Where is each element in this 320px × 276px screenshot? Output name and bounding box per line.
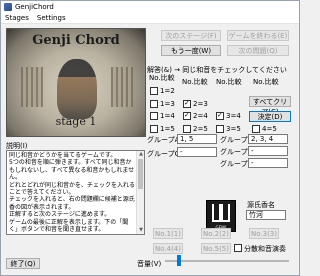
checkbox-label-2-5: 2=5: [193, 125, 208, 133]
col-header-1: No.比較: [149, 74, 175, 82]
play-no1-button[interactable]: No.1(1): [153, 228, 183, 239]
next-question-button[interactable]: 次の問題(Q): [227, 45, 289, 56]
cover-title: Genji Chord: [32, 33, 120, 48]
cover-panel-left: [21, 67, 43, 107]
checkbox-4-5[interactable]: [252, 125, 260, 133]
checkbox-3-4[interactable]: [216, 111, 224, 120]
volume-slider-thumb[interactable]: [177, 255, 182, 266]
end-game-button[interactable]: ゲームを終わる(E): [227, 30, 289, 41]
checkbox-label-2-4: 2=4: [193, 112, 208, 120]
group-e-field: -: [248, 158, 288, 168]
description-scrollbar[interactable]: ▲ ▼: [136, 151, 144, 234]
checkbox-label-1-5: 1=5: [160, 125, 175, 133]
group-b-field: 2, 3, 4: [248, 134, 288, 144]
end-button[interactable]: 終了(Q): [6, 258, 40, 269]
clear-all-button[interactable]: すべてクリア(C): [249, 96, 291, 116]
scroll-thumb[interactable]: [138, 159, 143, 189]
cover-figure: [57, 59, 97, 119]
play-no4-button[interactable]: No.4(4): [153, 243, 183, 254]
cover-stage-label: stage 1: [55, 115, 97, 128]
checkbox-label-1-3: 1=3: [160, 100, 175, 108]
volume-slider-track[interactable]: [165, 260, 289, 262]
group-c-label: グループC: [147, 150, 180, 158]
play-no3-button[interactable]: No.3(3): [249, 228, 279, 239]
checkbox-label-3-5: 3=5: [226, 125, 241, 133]
checkbox-label-1-2: 1=2: [160, 87, 175, 95]
next-stage-button[interactable]: 次のステージ(F): [161, 30, 221, 41]
cover-art: Genji Chord stage 1: [6, 28, 146, 137]
app-window: GenjiChord Stages Settings Genji Chord s…: [0, 0, 300, 276]
checkbox-label-1-4: 1=4: [160, 112, 175, 120]
checkbox-label-2-3: 2=3: [193, 100, 208, 108]
arpeggio-checkbox[interactable]: [234, 244, 242, 252]
checkbox-1-5[interactable]: [150, 125, 158, 133]
group-a-field: 1, 5: [177, 134, 217, 144]
cover-panel-right: [111, 67, 133, 107]
checkbox-1-2[interactable]: [150, 87, 158, 95]
group-a-label: グループA: [147, 136, 180, 144]
menu-settings[interactable]: Settings: [33, 14, 70, 22]
scroll-up-icon[interactable]: ▲: [137, 151, 144, 158]
replay-button[interactable]: もう一度(W): [161, 45, 221, 56]
volume-label: 音量(V): [137, 260, 162, 268]
checkbox-2-3[interactable]: [183, 99, 191, 108]
checkbox-2-5[interactable]: [183, 125, 191, 133]
genji-mark-icon: [212, 204, 230, 222]
chapter-field: 竹河: [246, 210, 286, 220]
app-icon: [4, 3, 12, 11]
checkbox-label-3-4: 3=4: [226, 112, 241, 120]
description-box[interactable]: 同じ和音かどうかを当てるゲームです。 5つの和音を順に弾きます。すべて同じ和音か…: [6, 150, 145, 235]
col-header-3: No.比較: [216, 78, 242, 86]
checkbox-2-4[interactable]: [183, 111, 191, 120]
window-title: GenjiChord: [15, 3, 54, 11]
play-no5-button[interactable]: No.5(5): [201, 243, 231, 254]
chapter-label: 源氏香名: [247, 201, 275, 209]
description-text: 同じ和音かどうかを当てるゲームです。 5つの和音を順に弾きます。すべて同じ和音か…: [9, 152, 136, 234]
decide-button[interactable]: 決定(D): [249, 111, 291, 122]
checkbox-label-4-5: 4=5: [262, 125, 277, 133]
play-no2-button[interactable]: No.2(2): [201, 228, 231, 239]
menu-stages[interactable]: Stages: [1, 14, 33, 22]
group-c-field: -: [177, 147, 217, 157]
group-d-field: -: [248, 146, 288, 156]
checkbox-3-5[interactable]: [216, 125, 224, 133]
col-header-2: No.比較: [182, 78, 208, 86]
arpeggio-label: 分散和音演奏: [244, 245, 286, 253]
checkbox-1-3[interactable]: [150, 100, 158, 108]
title-bar: GenjiChord: [1, 1, 299, 13]
col-header-4: No.比較: [253, 78, 279, 86]
scroll-down-icon[interactable]: ▼: [137, 227, 144, 234]
checkbox-1-4[interactable]: [150, 112, 158, 120]
menu-bar: Stages Settings: [1, 13, 299, 24]
